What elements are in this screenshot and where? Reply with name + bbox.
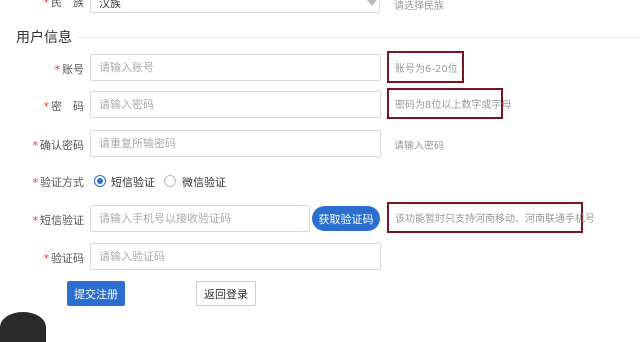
confirm-password-input[interactable] — [90, 130, 381, 157]
verify-code-label: * 验证码 — [0, 250, 85, 266]
phone-input[interactable] — [90, 205, 310, 232]
confirm-password-label: * 确认密码 — [0, 137, 85, 153]
required-mark: * — [43, 252, 50, 265]
confirm-password-label-text: 确认密码 — [40, 139, 84, 152]
password-input[interactable] — [90, 91, 381, 118]
password-hint: 密码为8位以上数字或字母 — [387, 88, 511, 119]
sms-verify-radio[interactable] — [94, 175, 106, 187]
ethnicity-label-text: 民 族 — [51, 0, 84, 9]
required-mark: * — [54, 63, 61, 76]
password-label: * 密 码 — [0, 98, 85, 114]
verify-method-label: * 验证方式 — [0, 174, 85, 190]
sms-verify-hint: 该功能暂时只支持河南移动、河南联通手机号 — [387, 202, 595, 233]
ethnicity-select[interactable]: 汉族 — [90, 0, 380, 13]
get-code-button[interactable]: 获取验证码 — [312, 206, 380, 231]
wechat-verify-radio-label[interactable]: 微信验证 — [182, 174, 226, 190]
wechat-verify-radio[interactable] — [164, 175, 176, 187]
confirm-password-hint: 请输入密码 — [394, 141, 444, 152]
submit-register-button[interactable]: 提交注册 — [67, 281, 125, 306]
ethnicity-label: * 民 族 — [0, 0, 85, 10]
verify-code-label-text: 验证码 — [51, 252, 84, 265]
account-hint: 账号为6-20位 — [387, 51, 464, 83]
back-to-login-button[interactable]: 返回登录 — [196, 281, 256, 306]
required-mark: * — [32, 139, 39, 152]
required-mark: * — [43, 100, 50, 113]
verify-method-label-text: 验证方式 — [40, 176, 84, 189]
required-mark: * — [43, 0, 50, 9]
ethnicity-hint: 请选择民族 — [394, 1, 444, 12]
ethnicity-value: 汉族 — [99, 0, 121, 10]
sms-verify-radio-label[interactable]: 短信验证 — [111, 174, 155, 190]
account-label-text: 账号 — [62, 63, 84, 76]
account-input[interactable] — [90, 54, 381, 81]
required-mark: * — [32, 176, 39, 189]
avatar — [0, 312, 46, 342]
section-title: 用户信息 — [16, 30, 72, 46]
sms-verify-label: * 短信验证 — [0, 212, 85, 228]
required-mark: * — [32, 214, 39, 227]
section-divider — [78, 37, 640, 38]
chevron-down-icon — [367, 0, 377, 6]
sms-verify-label-text: 短信验证 — [40, 214, 84, 227]
password-label-text: 密 码 — [51, 100, 84, 113]
account-label: * 账号 — [0, 61, 85, 77]
verify-code-input[interactable] — [90, 243, 381, 270]
